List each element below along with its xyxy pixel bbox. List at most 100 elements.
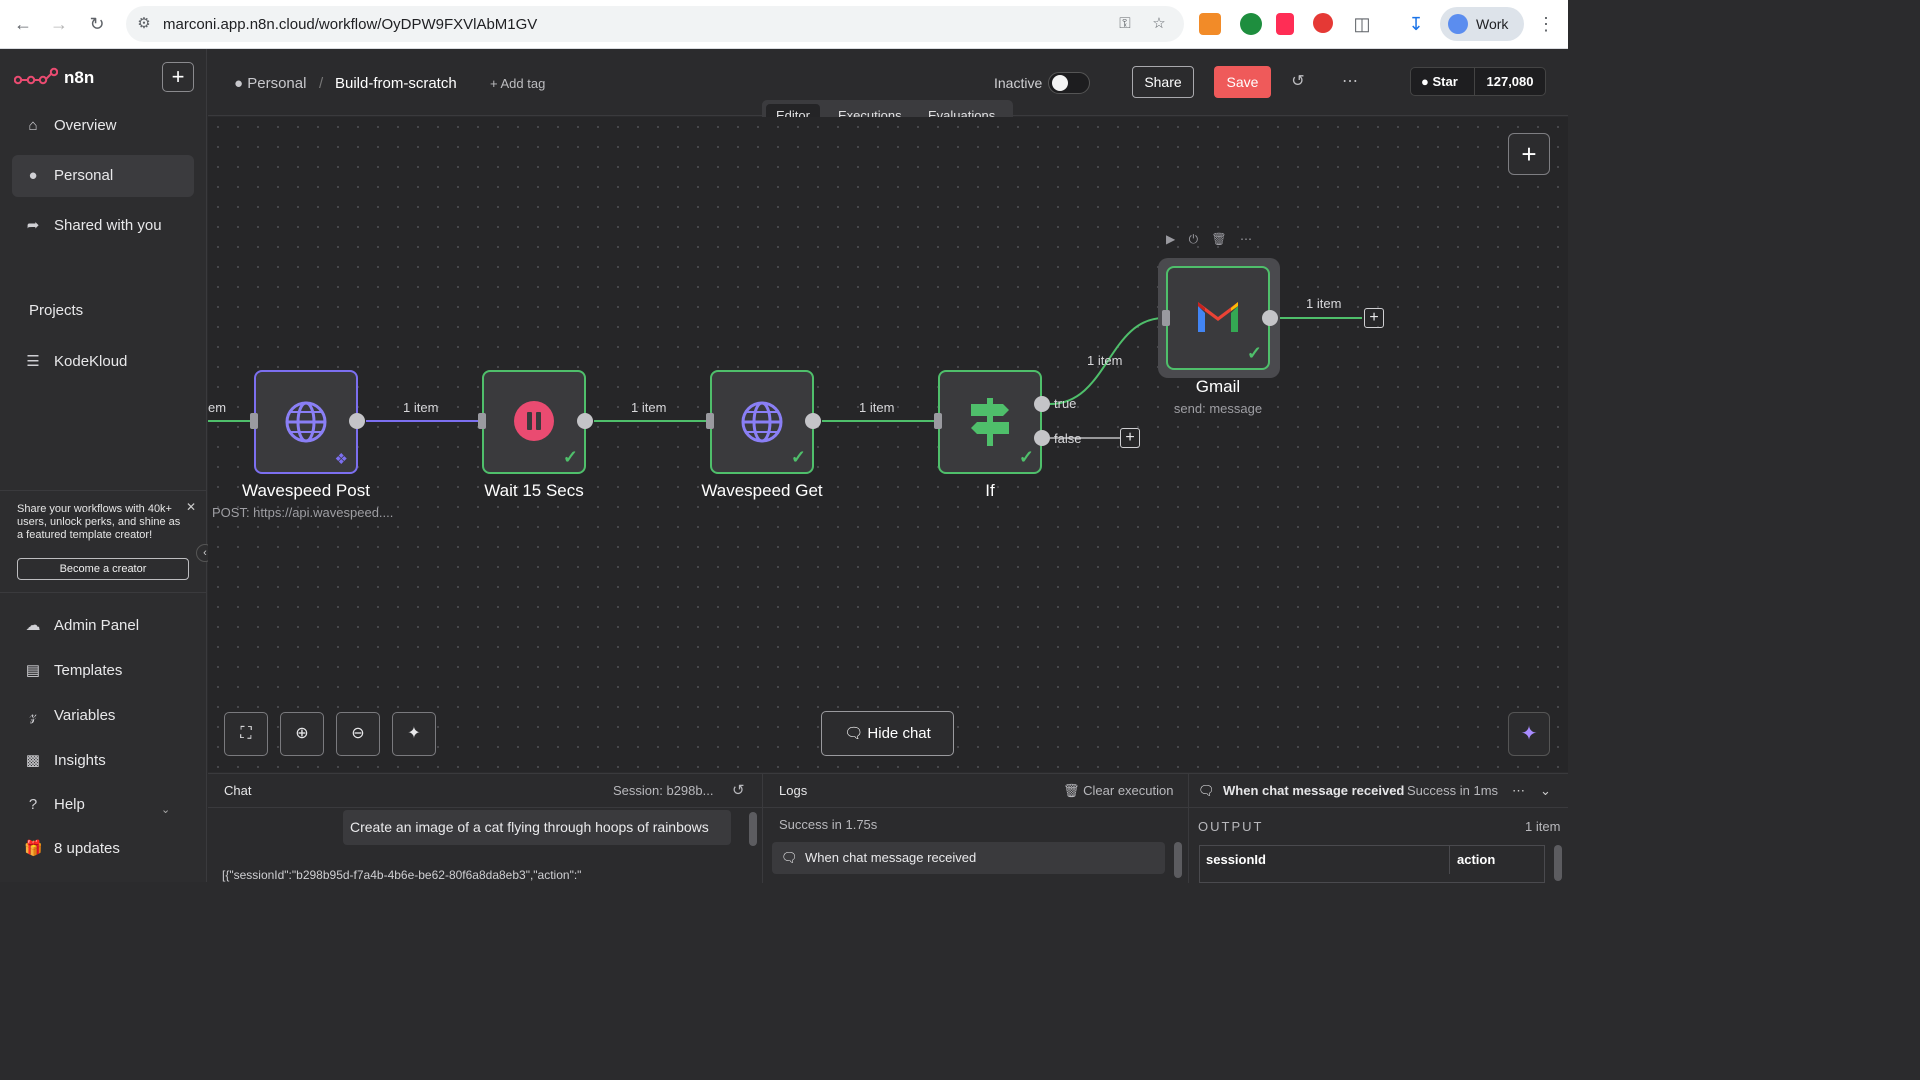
breadcrumb[interactable]: ● Personal [234, 75, 306, 92]
node-wait[interactable]: ✓ [482, 370, 586, 474]
chevron-down-icon[interactable]: ⌄ [161, 803, 170, 816]
more-options-icon[interactable]: ⋯ [1340, 72, 1360, 92]
sidebar-item-overview[interactable]: ⌂ Overview [12, 105, 194, 147]
profile-name: Work [1476, 16, 1509, 32]
become-creator-button[interactable]: Become a creator [17, 558, 189, 580]
ai-assistant-sparkle-icon[interactable]: ✦ [1508, 712, 1550, 756]
add-node-button[interactable]: + [1364, 308, 1384, 328]
chat-icon: 🗨 [1198, 783, 1215, 798]
back-icon[interactable]: ← [11, 12, 35, 36]
sidebar-item-insights[interactable]: ▩ Insights [12, 740, 194, 782]
add-tag-button[interactable]: + Add tag [490, 76, 545, 91]
output-item-count: 1 item [1525, 819, 1561, 834]
node-title: Wavespeed Get [701, 481, 823, 500]
log-entry-label: When chat message received [805, 850, 977, 865]
sidebar-item-personal[interactable]: ● Personal [12, 155, 194, 197]
hide-chat-button[interactable]: 🗨 Hide chat [821, 711, 954, 756]
github-star-button[interactable]: ● Star 127,080 [1410, 67, 1546, 96]
sidebar-item-updates[interactable]: 🎁 8 updates [12, 828, 194, 870]
extensions-puzzle-icon[interactable]: ◫ [1350, 12, 1374, 36]
node-input-handle[interactable] [1162, 310, 1170, 326]
node-output-handle-false[interactable] [1034, 430, 1050, 446]
node-output-handle[interactable] [577, 413, 593, 429]
session-id: Session: b298b... [613, 783, 714, 798]
log-entry[interactable]: 🗨 When chat message received [772, 842, 1165, 874]
avatar [1448, 14, 1468, 34]
node-input-handle[interactable] [706, 413, 714, 429]
tidy-up-icon[interactable]: ✦ [392, 712, 436, 756]
chat-icon: 🗨 [781, 850, 798, 865]
more-icon[interactable]: ⋯ [1512, 783, 1525, 799]
url-text: marconi.app.n8n.cloud/workflow/OyDPW9FXV… [163, 16, 538, 33]
trash-icon[interactable]: 🗑 [1211, 232, 1226, 246]
power-icon[interactable]: ⏻ [1189, 232, 1199, 246]
chevron-down-icon[interactable]: ⌄ [1540, 783, 1551, 799]
profile-chip[interactable]: Work [1440, 7, 1524, 41]
divider [1189, 807, 1568, 808]
add-node-panel-button[interactable]: + [1508, 133, 1550, 175]
clear-execution-button[interactable]: 🗑 Clear execution [1063, 783, 1173, 799]
extension-off-icon[interactable] [1240, 13, 1262, 35]
address-bar[interactable]: ⚙ marconi.app.n8n.cloud/workflow/OyDPW9F… [126, 6, 1184, 42]
sidebar-item-admin-panel[interactable]: ☁ Admin Panel [12, 605, 194, 647]
node-title: If [985, 481, 995, 500]
extension-new-icon[interactable] [1199, 13, 1221, 35]
browser-menu-icon[interactable]: ⋮ [1534, 12, 1558, 36]
forward-icon[interactable]: → [47, 12, 71, 36]
site-info-icon[interactable]: ⚙ [135, 15, 153, 33]
sidebar-item-label: KodeKloud [54, 353, 128, 370]
chat-scrollbar[interactable] [749, 812, 757, 846]
workflow-name[interactable]: Build-from-scratch [335, 75, 457, 92]
download-icon[interactable]: ↧ [1404, 12, 1428, 36]
github-star-count: 127,080 [1486, 74, 1534, 89]
workflow-canvas[interactable]: em ❖ Wavespeed Post POST: https://api.wa… [208, 117, 1568, 772]
bookmark-star-icon[interactable]: ☆ [1150, 15, 1168, 33]
create-button[interactable]: + [162, 62, 194, 92]
extension-pokeball-icon[interactable] [1313, 13, 1333, 33]
output-scrollbar[interactable] [1554, 845, 1562, 881]
add-node-button[interactable]: + [1120, 428, 1140, 448]
node-wavespeed-post[interactable]: ❖ [254, 370, 358, 474]
sidebar-item-kodekloud[interactable]: ☰ KodeKloud [12, 341, 194, 383]
history-icon[interactable]: ↺ [1288, 72, 1308, 92]
active-toggle[interactable] [1048, 72, 1090, 94]
save-button[interactable]: Save [1214, 66, 1271, 98]
node-gmail[interactable]: ✓ [1166, 266, 1270, 370]
play-icon[interactable]: ▶ [1166, 232, 1175, 246]
sidebar-item-templates[interactable]: ▤ Templates [12, 650, 194, 692]
sidebar-item-label: Insights [54, 752, 106, 769]
close-icon[interactable]: ✕ [186, 500, 196, 514]
reload-icon[interactable]: ↻ [85, 12, 109, 36]
extension-figma-icon[interactable] [1276, 13, 1294, 35]
node-input-handle[interactable] [934, 413, 942, 429]
more-icon[interactable]: ⋯ [1240, 232, 1252, 246]
fit-view-icon[interactable]: ⛶ [224, 712, 268, 756]
node-input-handle[interactable] [250, 413, 258, 429]
zoom-in-icon[interactable]: ⊕ [280, 712, 324, 756]
node-title: Gmail [1195, 377, 1241, 396]
node-output-handle[interactable] [805, 413, 821, 429]
node-wavespeed-get[interactable]: ✓ [710, 370, 814, 474]
chat-pane-title: Chat [224, 783, 252, 798]
bottom-panel: Chat Session: b298b... ↺ Create an image… [208, 773, 1568, 883]
node-output-handle[interactable] [349, 413, 365, 429]
logs-scrollbar[interactable] [1174, 842, 1182, 878]
key-icon[interactable]: ⚿ [1116, 15, 1134, 33]
zoom-out-icon[interactable]: ⊖ [336, 712, 380, 756]
share-button[interactable]: Share [1132, 66, 1194, 98]
node-if[interactable]: ✓ [938, 370, 1042, 474]
sidebar-item-shared[interactable]: ➦ Shared with you [12, 205, 194, 247]
node-input-handle[interactable] [478, 413, 486, 429]
chat-message: Create an image of a cat flying through … [343, 810, 731, 845]
connections-layer [208, 313, 1362, 439]
node-output-handle[interactable] [1262, 310, 1278, 326]
pin-icon: ❖ [334, 451, 348, 468]
node-output-handle-true[interactable] [1034, 396, 1050, 412]
output-node-title: When chat message received [1223, 783, 1405, 798]
success-check-icon: ✓ [562, 447, 578, 467]
reset-session-icon[interactable]: ↺ [732, 781, 745, 799]
node-subtitle: send: message [1173, 401, 1263, 416]
sidebar-item-variables[interactable]: 𝓏 Variables [12, 695, 194, 737]
output-table: sessionId action [1199, 845, 1545, 883]
success-check-icon: ✓ [790, 447, 806, 467]
